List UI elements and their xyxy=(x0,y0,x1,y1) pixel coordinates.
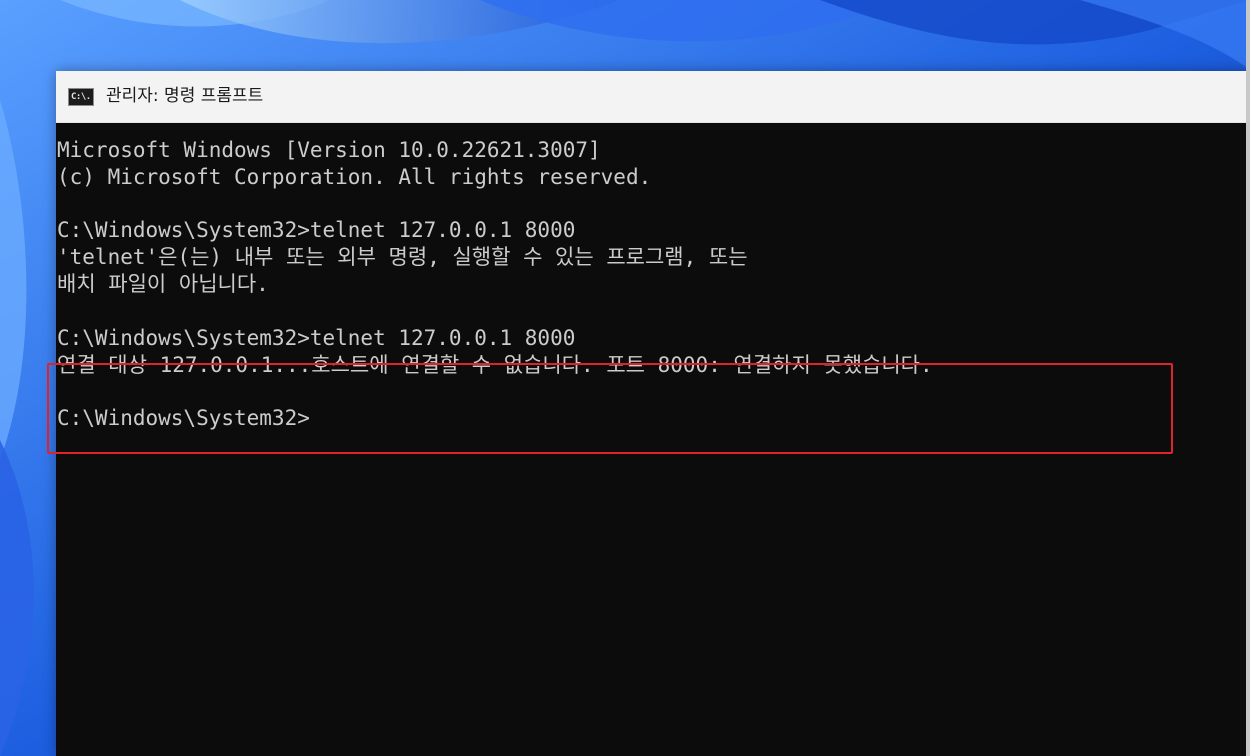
console-line: 배치 파일이 아닙니다. xyxy=(57,272,269,296)
console-line: (c) Microsoft Corporation. All rights re… xyxy=(57,165,652,189)
console-line: C:\Windows\System32>telnet 127.0.0.1 800… xyxy=(57,326,576,350)
cmd-icon[interactable]: C:\. xyxy=(68,88,94,106)
console-line: C:\Windows\System32>telnet 127.0.0.1 800… xyxy=(57,218,576,242)
screen-edge xyxy=(1246,0,1250,756)
command-prompt-window[interactable]: C:\. 관리자: 명령 프롬프트 Microsoft Windows [Ver… xyxy=(47,71,1250,756)
highlight-box xyxy=(47,363,1173,454)
cmd-icon-glyph: C:\. xyxy=(71,92,91,102)
console-line: 'telnet'은(는) 내부 또는 외부 명령, 실행할 수 있는 프로그램,… xyxy=(57,245,748,269)
console-line: Microsoft Windows [Version 10.0.22621.30… xyxy=(57,138,601,162)
title-bar[interactable]: C:\. 관리자: 명령 프롬프트 xyxy=(56,71,1250,123)
console-output-area[interactable]: Microsoft Windows [Version 10.0.22621.30… xyxy=(47,123,1250,756)
window-title: 관리자: 명령 프롬프트 xyxy=(106,86,264,106)
